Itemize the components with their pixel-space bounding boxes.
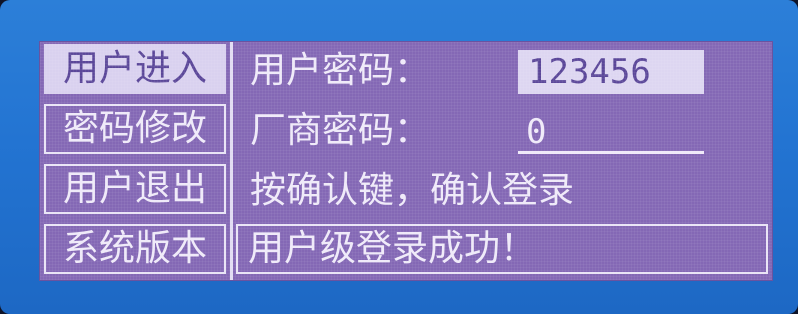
vendor-password-label: 厂商密码： bbox=[250, 110, 431, 151]
confirm-hint: 按确认键，确认登录 bbox=[250, 170, 575, 211]
vendor-password-field[interactable]: 0 bbox=[518, 110, 704, 154]
user-password-label: 用户密码： bbox=[250, 50, 431, 91]
status-message: 用户级登录成功！ bbox=[236, 224, 768, 274]
menu-item-user-exit[interactable]: 用户退出 bbox=[44, 164, 226, 214]
menu-item-change-password[interactable]: 密码修改 bbox=[44, 104, 226, 154]
user-password-field[interactable]: 123456 bbox=[518, 50, 704, 94]
side-menu: 用户进入 密码修改 用户退出 系统版本 bbox=[40, 42, 230, 280]
menu-item-system-version[interactable]: 系统版本 bbox=[44, 224, 226, 274]
menu-divider bbox=[230, 42, 233, 280]
lcd-bezel: 用户进入 密码修改 用户退出 系统版本 用户密码： 123456 厂商密码： 0… bbox=[0, 0, 798, 314]
lcd-screen: 用户进入 密码修改 用户退出 系统版本 用户密码： 123456 厂商密码： 0… bbox=[39, 41, 773, 281]
menu-item-user-enter[interactable]: 用户进入 bbox=[44, 44, 226, 94]
